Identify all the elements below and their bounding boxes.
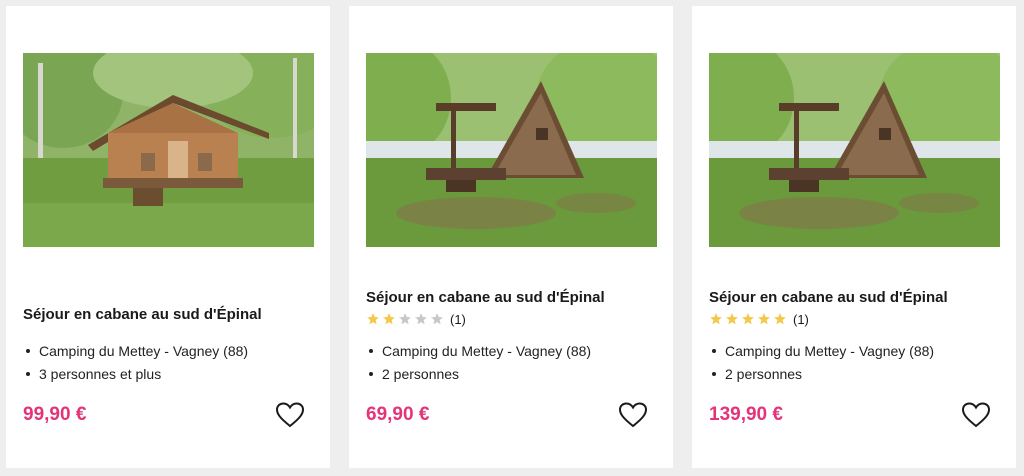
star-icon	[741, 312, 755, 326]
rating-count: (1)	[450, 311, 466, 327]
star-icon	[725, 312, 739, 326]
rating: (1)	[709, 311, 809, 327]
star-icon	[398, 312, 412, 326]
product-title[interactable]: Séjour en cabane au sud d'Épinal	[366, 289, 666, 306]
star-icon	[757, 312, 771, 326]
product-title[interactable]: Séjour en cabane au sud d'Épinal	[709, 289, 1009, 306]
star-icon	[773, 312, 787, 326]
star-icon	[430, 312, 444, 326]
wooden-chalet-photo[interactable]	[23, 53, 314, 247]
star-icon	[382, 312, 396, 326]
a-frame-cabin-photo[interactable]	[709, 53, 1000, 247]
a-frame-cabin-photo[interactable]	[366, 53, 657, 247]
product-card-list: Séjour en cabane au sud d'Épinal Camping…	[0, 0, 1024, 476]
product-card[interactable]: Séjour en cabane au sud d'Épinal (1) Cam…	[349, 6, 673, 468]
product-card[interactable]: Séjour en cabane au sud d'Épinal Camping…	[6, 6, 330, 468]
feature-capacity: 3 personnes et plus	[26, 363, 248, 386]
product-card[interactable]: Séjour en cabane au sud d'Épinal (1) Cam…	[692, 6, 1016, 468]
heart-outline-icon[interactable]	[276, 402, 304, 428]
product-features: Camping du Mettey - Vagney (88) 3 person…	[26, 340, 248, 386]
heart-outline-icon[interactable]	[962, 402, 990, 428]
heart-outline-icon[interactable]	[619, 402, 647, 428]
product-price: 139,90 €	[709, 404, 783, 425]
feature-capacity: 2 personnes	[712, 363, 934, 386]
feature-location: Camping du Mettey - Vagney (88)	[26, 340, 248, 363]
product-price: 99,90 €	[23, 404, 87, 425]
product-features: Camping du Mettey - Vagney (88) 2 person…	[712, 340, 934, 386]
product-title[interactable]: Séjour en cabane au sud d'Épinal	[23, 306, 323, 323]
star-icon	[709, 312, 723, 326]
rating: (1)	[366, 311, 466, 327]
star-icon	[366, 312, 380, 326]
product-features: Camping du Mettey - Vagney (88) 2 person…	[369, 340, 591, 386]
feature-location: Camping du Mettey - Vagney (88)	[712, 340, 934, 363]
star-icon	[414, 312, 428, 326]
product-price: 69,90 €	[366, 404, 430, 425]
rating-count: (1)	[793, 311, 809, 327]
feature-location: Camping du Mettey - Vagney (88)	[369, 340, 591, 363]
feature-capacity: 2 personnes	[369, 363, 591, 386]
